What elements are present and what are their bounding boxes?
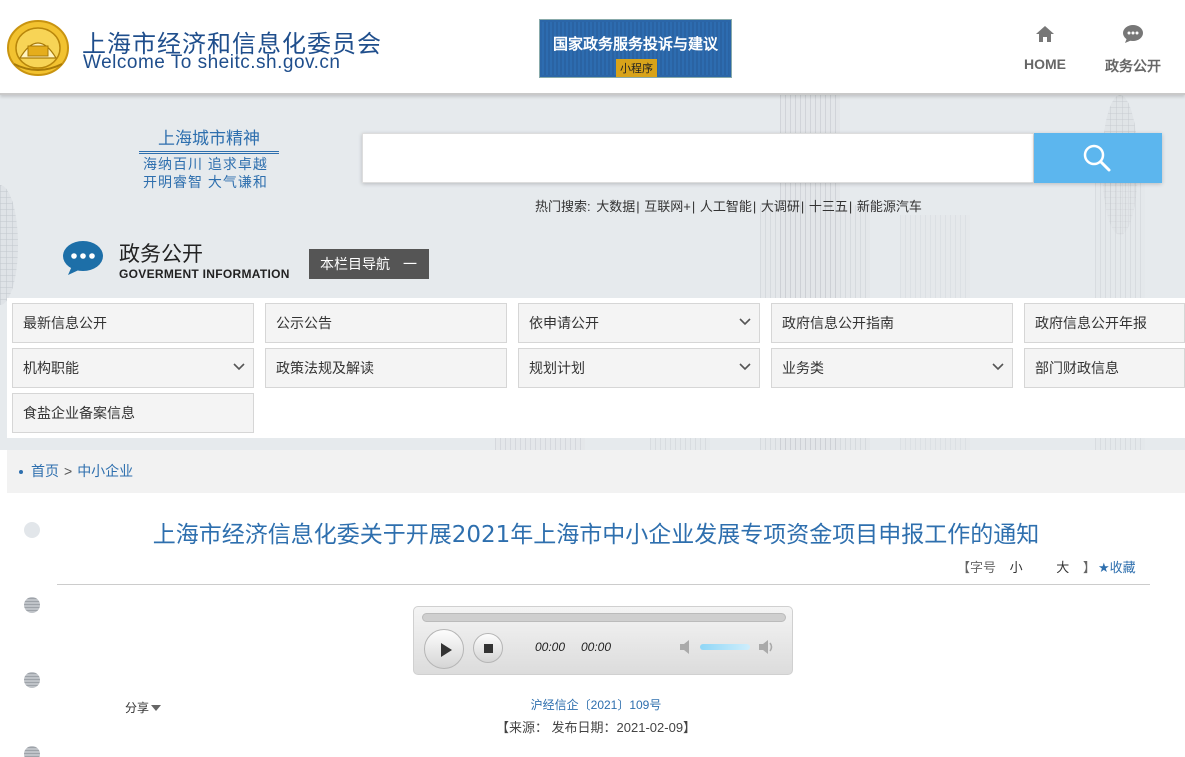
shanghai-emblem-icon[interactable]: [6, 18, 70, 76]
volume-slider[interactable]: [700, 644, 750, 650]
article-meta: 【来源： 发布日期：2021-02-09】: [495, 720, 697, 735]
menu-item-label: 依申请公开: [529, 315, 599, 331]
current-time: 00:00: [535, 640, 566, 654]
search-button[interactable]: [1034, 133, 1162, 183]
menu-item-label: 政府信息公开年报: [1035, 315, 1147, 331]
collapse-icon: 一: [403, 256, 417, 272]
menu-item-label: 规划计划: [529, 360, 585, 376]
audio-player: 00:00 00:00: [413, 606, 793, 675]
menu-item[interactable]: 政策法规及解读: [265, 348, 507, 388]
stop-icon: [484, 644, 493, 653]
favorite-button[interactable]: ★收藏: [1098, 560, 1136, 575]
menu-item[interactable]: 依申请公开: [518, 303, 760, 343]
breadcrumb-current[interactable]: 中小企业: [77, 463, 133, 479]
font-large-button[interactable]: 大: [1056, 560, 1069, 575]
title-divider: [57, 584, 1150, 585]
document-number: 沪经信企〔2021〕109号: [530, 698, 662, 712]
chevron-down-icon: [739, 318, 751, 326]
menu-item[interactable]: 公示公告: [265, 303, 507, 343]
menu-item-label: 最新信息公开: [23, 315, 107, 331]
site-subtitle: Welcome To sheitc.sh.gov.cn: [83, 52, 341, 73]
breadcrumb-home[interactable]: 首页: [31, 463, 59, 479]
article-title: 上海市经济信息化委关于开展2021年上海市中小企业发展专项资金项目申报工作的通知: [152, 522, 1040, 548]
hot-search-link[interactable]: 新能源汽车: [857, 199, 922, 214]
audio-progress-bar[interactable]: [422, 613, 786, 622]
article-content: 上海市经济信息化委关于开展2021年上海市中小企业发展专项资金项目申报工作的通知…: [7, 493, 1185, 757]
hot-search-link[interactable]: 十三五: [809, 199, 848, 214]
hot-search-link[interactable]: 大数据: [596, 199, 635, 214]
chevron-down-icon: [233, 363, 245, 371]
city-spirit-title: 上海城市精神: [139, 124, 279, 154]
chat-bubble-icon: [63, 241, 103, 275]
column-nav-toggle[interactable]: 本栏目导航 一: [309, 249, 429, 279]
menu-item[interactable]: 规划计划: [518, 348, 760, 388]
hot-search-label: 热门搜索:: [535, 199, 591, 214]
menu-item[interactable]: 政府信息公开年报: [1024, 303, 1185, 343]
hot-search: 热门搜索: 大数据| 互联网+| 人工智能| 大调研| 十三五| 新能源汽车: [535, 199, 922, 214]
chevron-down-icon: [739, 363, 751, 371]
column-menu: 最新信息公开 公示公告 依申请公开 政府信息公开指南 政府信息公开年报 机构职能…: [7, 298, 1185, 438]
banner-tag: 小程序: [616, 59, 657, 77]
hot-search-link[interactable]: 互联网+: [644, 199, 691, 214]
volume-max-icon[interactable]: [757, 638, 777, 656]
hero-section: 上海城市精神 海纳百川 追求卓越 开明睿智 大气谦和 热门搜索: 大数据| 互联…: [0, 95, 1185, 450]
search-input[interactable]: [362, 133, 1034, 183]
city-spirit-line-1: 海纳百川 追求卓越: [143, 156, 268, 172]
breadcrumb: 首页 > 中小企业: [7, 450, 1185, 493]
city-spirit-line-2: 开明睿智 大气谦和: [143, 174, 268, 190]
font-size-tools: 【字号 小 大 】 ★收藏: [957, 557, 1136, 576]
side-circle-icon: [24, 597, 40, 613]
bullet-icon: [19, 470, 23, 474]
menu-item-label: 政策法规及解读: [276, 360, 374, 376]
hot-search-link[interactable]: 人工智能: [700, 199, 752, 214]
menu-item[interactable]: 业务类: [771, 348, 1013, 388]
menu-item-label: 政府信息公开指南: [782, 315, 894, 331]
menu-item-label: 业务类: [782, 360, 824, 376]
nav-gov-label: 政务公开: [1105, 58, 1161, 74]
menu-item[interactable]: 部门财政信息: [1024, 348, 1185, 388]
mute-icon[interactable]: [678, 638, 696, 656]
menu-item[interactable]: 机构职能: [12, 348, 254, 388]
breadcrumb-separator: >: [64, 463, 73, 479]
nav-government-info[interactable]: 政务公开: [1100, 24, 1166, 76]
stop-button[interactable]: [473, 633, 503, 663]
column-nav-label: 本栏目导航: [320, 256, 390, 272]
complaint-mini-program-banner[interactable]: 国家政务服务投诉与建议 小程序: [539, 19, 732, 78]
nav-home[interactable]: HOME: [1020, 24, 1070, 72]
menu-item-label: 部门财政信息: [1035, 360, 1119, 376]
section-subtitle: GOVERMENT INFORMATION: [119, 267, 290, 281]
play-icon: [441, 643, 452, 657]
font-size-label: 【字号: [957, 560, 997, 575]
font-size-close: 】: [1082, 560, 1096, 575]
menu-item[interactable]: 政府信息公开指南: [771, 303, 1013, 343]
menu-item[interactable]: 最新信息公开: [12, 303, 254, 343]
menu-item-label: 公示公告: [276, 315, 332, 331]
banner-title: 国家政务服务投诉与建议: [552, 35, 718, 53]
site-header: 上海市经济和信息化委员会 Welcome To sheitc.sh.gov.cn…: [0, 0, 1185, 95]
menu-item-label: 机构职能: [23, 360, 79, 376]
side-circle-icon: [24, 672, 40, 688]
chat-bubble-icon: [1123, 25, 1143, 43]
total-time: 00:00: [581, 640, 612, 654]
menu-item[interactable]: 食盐企业备案信息: [12, 393, 254, 433]
nav-home-label: HOME: [1024, 56, 1066, 72]
side-circle-icon: [24, 746, 40, 757]
play-button[interactable]: [424, 629, 464, 669]
search-icon: [1083, 144, 1111, 172]
font-small-button[interactable]: 小: [1010, 560, 1023, 575]
hot-search-link[interactable]: 大调研: [761, 199, 800, 214]
chevron-down-icon: [992, 363, 1004, 371]
home-icon: [1036, 26, 1054, 42]
section-title: 政务公开: [119, 243, 203, 266]
menu-item-label: 食盐企业备案信息: [23, 405, 135, 421]
